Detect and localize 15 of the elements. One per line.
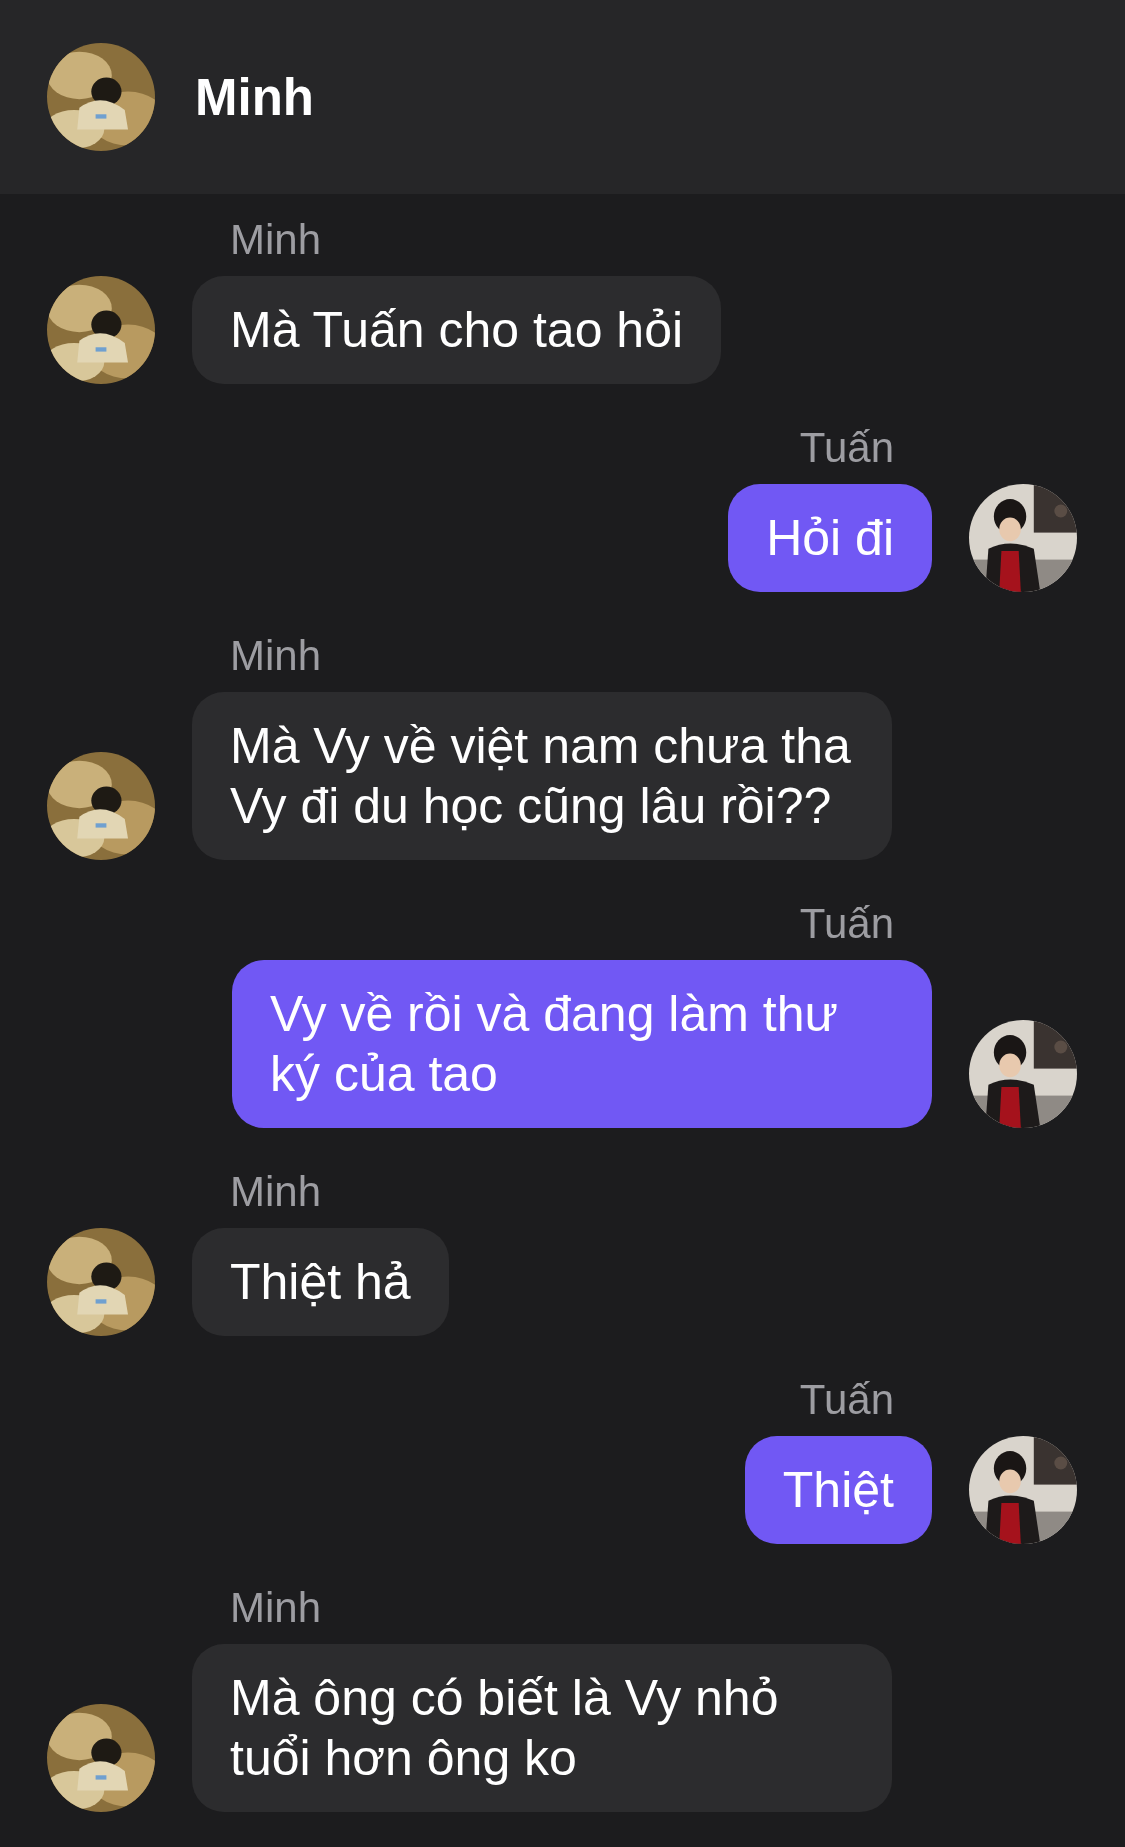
message-bubble: Mà ông có biết là Vy nhỏ tuổi hơn ông ko <box>192 1644 892 1812</box>
sender-name: Minh <box>229 1168 323 1217</box>
sender-name: Minh <box>229 632 323 681</box>
message-bubble: Thiệt hả <box>192 1228 449 1336</box>
sender-name: Tuấn <box>798 424 895 473</box>
message-bubble: Mà Tuấn cho tao hỏi <box>192 276 722 384</box>
message-bubble: Mà Vy về việt nam chưa tha Vy đi du học cũng lâu rồi?? <box>192 692 892 860</box>
message-bubble: Hỏi đi <box>728 484 932 592</box>
contact-name: Minh <box>195 67 314 127</box>
sender-name: Tuấn <box>798 1376 895 1425</box>
sender-name: Minh <box>229 216 323 265</box>
sender-name: Minh <box>229 1584 323 1633</box>
sender-name: Tuấn <box>798 900 895 949</box>
message-bubble: Thiệt <box>744 1436 932 1544</box>
message-bubble: Vy về rồi và đang làm thư ký của tao <box>232 960 932 1128</box>
